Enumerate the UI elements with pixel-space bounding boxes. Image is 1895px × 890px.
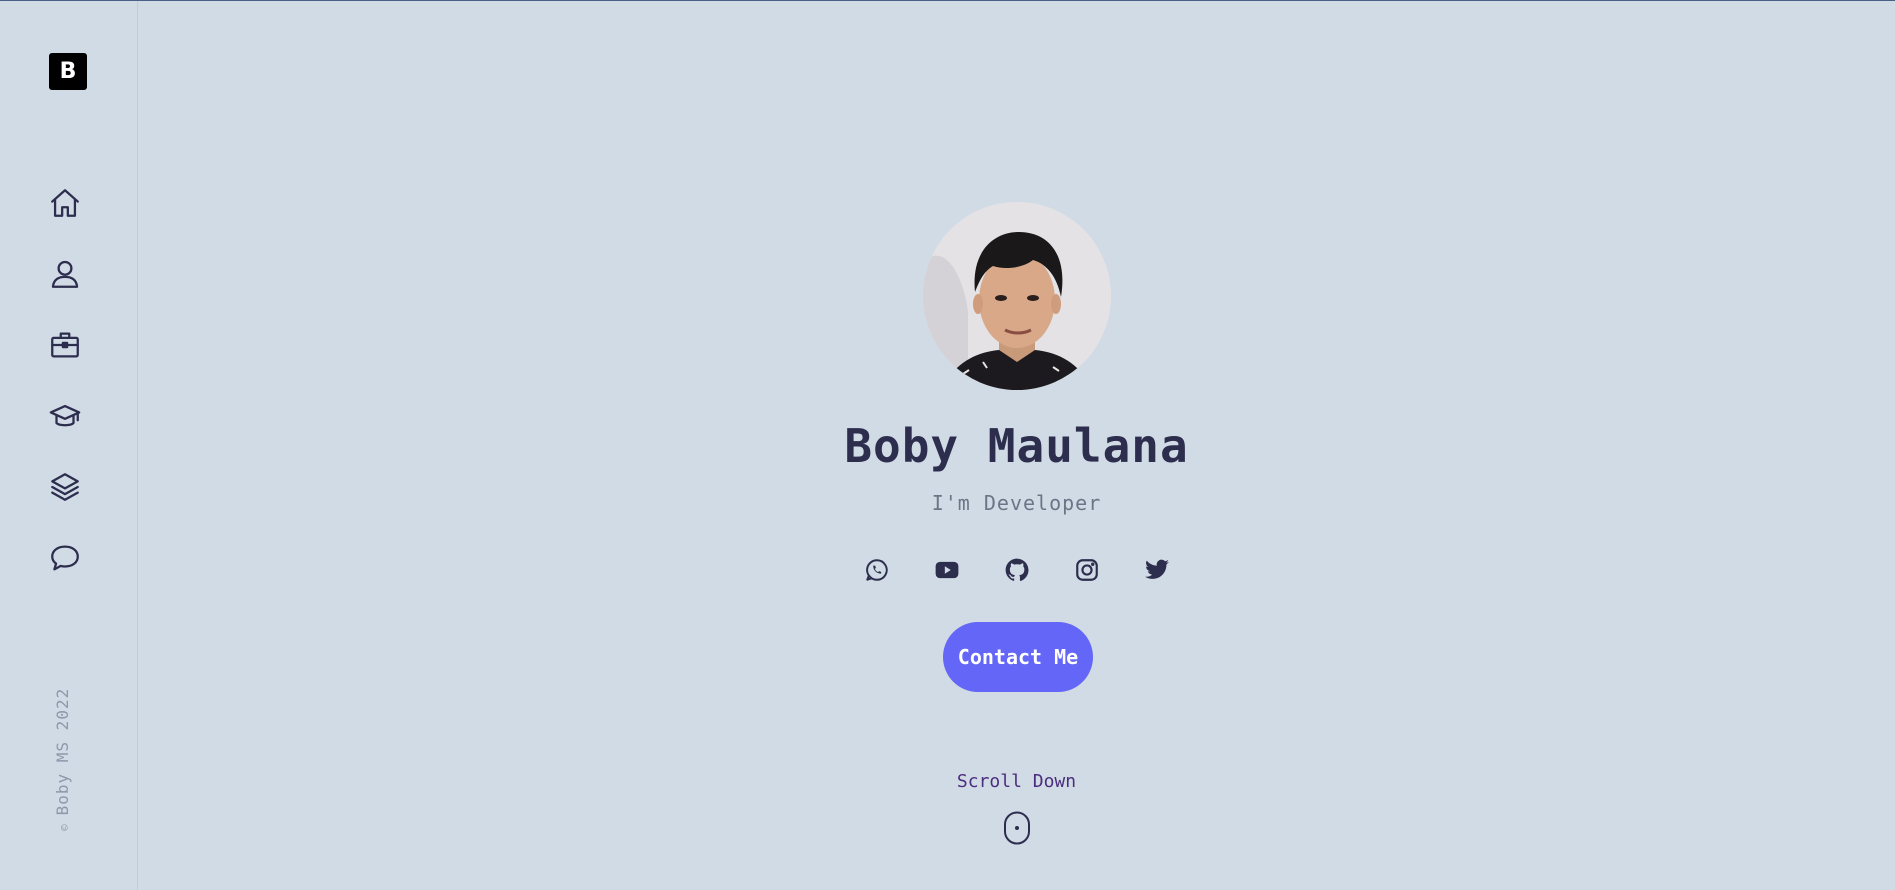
graduation-cap-icon	[49, 404, 81, 427]
nav-work[interactable]	[47, 327, 83, 363]
copyright-text: Boby MS 2022	[53, 687, 72, 816]
nav-education[interactable]	[47, 398, 83, 434]
profile-name: Boby Maulana	[844, 419, 1189, 473]
whatsapp-link[interactable]	[861, 554, 893, 586]
youtube-link[interactable]	[931, 554, 963, 586]
social-links	[138, 554, 1895, 586]
instagram-icon	[1075, 559, 1098, 581]
profile-photo	[922, 202, 1111, 390]
briefcase-icon	[51, 332, 79, 358]
nav-about[interactable]	[47, 256, 83, 292]
sidebar-nav	[47, 185, 83, 611]
avatar	[922, 202, 1111, 390]
youtube-icon	[935, 561, 958, 579]
user-icon	[51, 260, 79, 288]
contact-me-button[interactable]: Contact Me	[943, 622, 1093, 692]
nav-contact[interactable]	[47, 540, 83, 576]
twitter-icon	[1144, 559, 1169, 579]
github-icon	[1005, 558, 1028, 581]
hero-section: Boby Maulana I'm Developer Contact Me Sc…	[138, 1, 1895, 890]
avatar-wrap	[138, 202, 1895, 390]
scroll-down-label[interactable]: Scroll Down	[138, 771, 1895, 792]
whatsapp-icon	[865, 559, 888, 581]
nav-home[interactable]	[47, 185, 83, 221]
copyright: © Boby MS 2022	[53, 688, 72, 831]
mouse-icon	[1003, 811, 1030, 845]
profile-role: I'm Developer	[931, 491, 1102, 515]
logo[interactable]: B	[49, 53, 87, 90]
instagram-link[interactable]	[1071, 554, 1103, 586]
github-link[interactable]	[1001, 554, 1033, 586]
layers-icon	[51, 473, 79, 501]
sidebar: B © Boby MS 2022	[0, 1, 138, 890]
nav-services[interactable]	[47, 469, 83, 505]
copyright-symbol: ©	[58, 823, 71, 831]
chat-icon	[51, 545, 79, 571]
home-icon	[51, 189, 79, 217]
twitter-link[interactable]	[1141, 554, 1173, 586]
scroll-down-indicator[interactable]	[138, 811, 1895, 845]
